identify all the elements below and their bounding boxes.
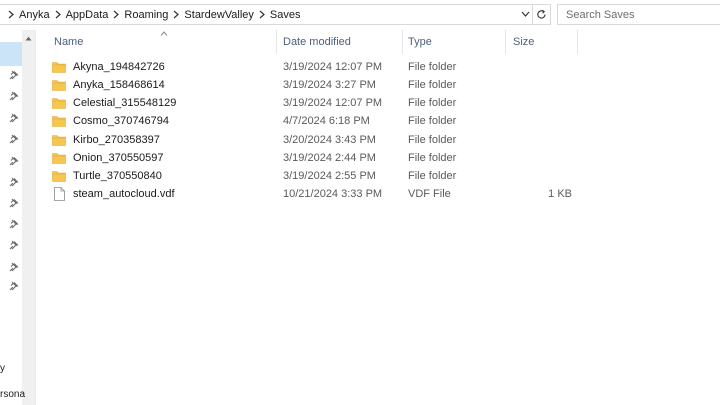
nav-item-label[interactable]: y [0,363,5,374]
search-input[interactable] [566,8,706,21]
scroll-up-icon[interactable] [22,32,35,44]
pin-icon[interactable] [9,70,19,80]
pin-icon[interactable] [9,113,19,123]
chevron-right-icon[interactable] [0,10,15,19]
column-type[interactable]: Type [400,30,504,54]
file-date: 4/7/2024 6:18 PM [283,115,370,127]
folder-icon [52,60,66,74]
pin-icon[interactable] [9,156,19,166]
file-size [502,149,572,167]
list-item[interactable]: steam_autocloud.vdf 10/21/2024 3:33 PM V… [52,185,612,203]
chevron-down-icon[interactable] [518,7,532,21]
file-date: 10/21/2024 3:33 PM [283,188,383,200]
file-name: Anyka_158468614 [73,79,165,91]
pin-icon[interactable] [9,262,19,272]
file-date: 3/20/2024 3:43 PM [283,134,376,146]
pin-icon[interactable] [9,177,19,187]
file-type: File folder [408,152,457,164]
breadcrumb-roaming[interactable]: Roaming [120,9,172,21]
file-name: steam_autocloud.vdf [73,188,175,200]
file-size [502,112,572,130]
file-type: File folder [408,134,457,146]
list-item[interactable]: Turtle_370550840 3/19/2024 2:55 PM File … [52,167,612,185]
list-item[interactable]: Akyna_194842726 3/19/2024 12:07 PM File … [52,58,612,76]
breadcrumb-stardewvalley[interactable]: StardewValley [180,9,258,21]
list-item[interactable]: Onion_370550597 3/19/2024 2:44 PM File f… [52,149,612,167]
file-date: 3/19/2024 2:44 PM [283,152,376,164]
file-date: 3/19/2024 12:07 PM [283,97,383,109]
file-name: Cosmo_370746794 [73,115,170,127]
list-item[interactable]: Celestial_315548129 3/19/2024 12:07 PM F… [52,94,612,112]
file-type: File folder [408,97,457,109]
address-bar-row: Anyka AppData Roaming StardewValley Save… [0,0,720,30]
breadcrumb-appdata[interactable]: AppData [62,9,113,21]
pin-icon[interactable] [9,240,19,250]
address-bar[interactable]: Anyka AppData Roaming StardewValley Save… [0,4,533,25]
list-item[interactable]: Cosmo_370746794 4/7/2024 6:18 PM File fo… [52,112,612,130]
chevron-right-icon[interactable] [112,10,120,19]
nav-selected-item[interactable] [0,42,22,66]
folder-icon [52,114,66,128]
refresh-button[interactable] [533,4,551,25]
file-type: File folder [408,61,457,73]
file-type: File folder [408,79,457,91]
file-date: 3/19/2024 3:27 PM [283,79,376,91]
file-size [502,58,572,76]
file-date: 3/19/2024 2:55 PM [283,170,376,182]
folder-icon [52,96,66,110]
breadcrumb-saves[interactable]: Saves [266,9,305,21]
file-name: Onion_370550597 [73,152,164,164]
file-name: Turtle_370550840 [73,170,162,182]
nav-scrollbar[interactable] [22,30,35,405]
file-size [502,76,572,94]
file-type: File folder [408,115,457,127]
file-size [502,94,572,112]
file-name: Celestial_315548129 [73,97,177,109]
folder-icon [52,78,66,92]
navigation-pane: y rsona [0,30,36,405]
file-icon [52,187,66,201]
column-size[interactable]: Size [505,30,577,54]
chevron-right-icon[interactable] [54,10,62,19]
pin-icon[interactable] [9,219,19,229]
chevron-right-icon[interactable] [258,10,266,19]
refresh-icon [537,9,546,19]
folder-icon [52,133,66,147]
chevron-right-icon[interactable] [172,10,180,19]
file-type: VDF File [408,188,451,200]
pin-icon[interactable] [9,281,19,291]
pin-icon[interactable] [9,134,19,144]
pin-icon[interactable] [9,198,19,208]
file-type: File folder [408,170,457,182]
list-item[interactable]: Anyka_158468614 3/19/2024 3:27 PM File f… [52,76,612,94]
column-name[interactable]: Name [46,30,276,54]
file-size: 1 KB [548,188,572,200]
file-size [502,167,572,185]
column-divider[interactable] [577,30,578,54]
folder-icon [52,151,66,165]
breadcrumb-anyka[interactable]: Anyka [15,9,54,21]
file-size [502,131,572,149]
file-name: Kirbo_270358397 [73,134,160,146]
file-name: Akyna_194842726 [73,61,165,73]
search-box[interactable] [557,4,720,25]
list-item[interactable]: Kirbo_270358397 3/20/2024 3:43 PM File f… [52,131,612,149]
nav-item-label[interactable]: rsona [0,389,25,400]
folder-icon [52,169,66,183]
column-date-modified[interactable]: Date modified [275,30,402,54]
column-header: Name Date modified Type Size [36,30,720,54]
file-date: 3/19/2024 12:07 PM [283,61,383,73]
pin-icon[interactable] [9,91,19,101]
